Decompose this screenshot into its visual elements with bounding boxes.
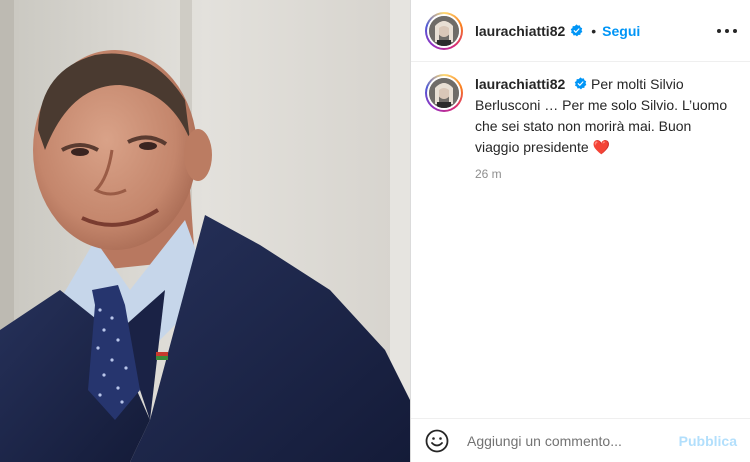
post-caption: laurachiatti82 Per molti Silvio Berlusco…	[425, 74, 741, 181]
portrait-image	[0, 0, 410, 462]
emoji-icon[interactable]	[425, 429, 449, 453]
post-photo[interactable]	[0, 0, 410, 462]
avatar-image	[429, 15, 459, 46]
verified-badge-icon	[570, 24, 583, 37]
instagram-post: laurachiatti82 • Segui laurachiatti82 Pe…	[0, 0, 750, 462]
caption-username[interactable]: laurachiatti82	[475, 76, 565, 92]
comment-bar: Pubblica	[411, 418, 750, 462]
verified-badge-icon	[574, 77, 587, 90]
more-options-icon[interactable]	[717, 22, 737, 40]
comment-input[interactable]	[467, 432, 667, 449]
caption-text-block: laurachiatti82 Per molti Silvio Berlusco…	[475, 74, 739, 158]
avatar	[429, 15, 459, 46]
post-timestamp[interactable]: 26 m	[475, 167, 739, 181]
header-separator: •	[591, 22, 597, 39]
post-side-panel: laurachiatti82 • Segui laurachiatti82 Pe…	[410, 0, 750, 462]
follow-button[interactable]: Segui	[602, 23, 640, 39]
header-username[interactable]: laurachiatti82	[475, 23, 565, 39]
story-ring[interactable]	[425, 11, 463, 50]
caption-avatar-image	[429, 78, 459, 108]
publish-button[interactable]: Pubblica	[679, 433, 737, 449]
caption-story-ring[interactable]	[425, 74, 463, 112]
caption-body: laurachiatti82 Per molti Silvio Berlusco…	[475, 74, 739, 181]
heart-emoji: ❤️	[592, 139, 610, 155]
post-header: laurachiatti82 • Segui	[411, 0, 750, 62]
caption-avatar	[429, 78, 459, 108]
